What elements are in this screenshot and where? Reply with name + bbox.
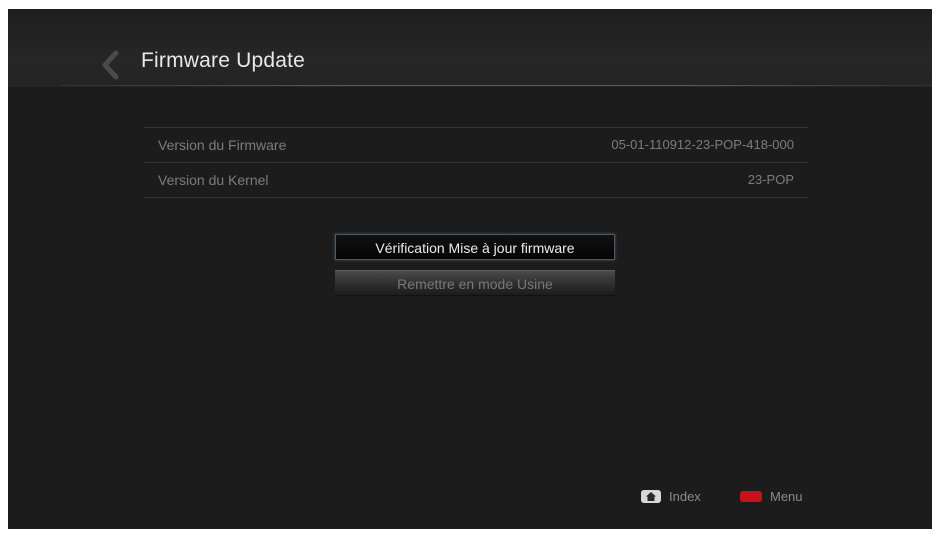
home-icon xyxy=(641,489,661,503)
header-divider xyxy=(60,85,932,86)
red-button-icon xyxy=(740,490,762,502)
index-label: Index xyxy=(669,488,701,504)
check-firmware-update-button[interactable]: Vérification Mise à jour firmware xyxy=(335,234,615,260)
header-bar: Firmware Update xyxy=(8,9,932,87)
factory-reset-button[interactable]: Remettre en mode Usine xyxy=(335,270,615,296)
footer-index-hint[interactable]: Index xyxy=(641,488,701,504)
page-title: Firmware Update xyxy=(141,49,306,72)
footer-menu-hint[interactable]: Menu xyxy=(740,488,803,504)
menu-label: Menu xyxy=(770,488,803,504)
firmware-version-value: 05-01-110912-23-POP-418-000 xyxy=(611,137,794,152)
info-row-kernel-version: Version du Kernel 23-POP xyxy=(144,163,808,198)
firmware-version-label: Version du Firmware xyxy=(158,137,287,153)
info-row-firmware-version: Version du Firmware 05-01-110912-23-POP-… xyxy=(144,127,808,163)
version-info-table: Version du Firmware 05-01-110912-23-POP-… xyxy=(144,127,808,198)
kernel-version-label: Version du Kernel xyxy=(158,172,269,188)
kernel-version-value: 23-POP xyxy=(747,172,794,187)
tv-screen: Firmware Update Version du Firmware 05-0… xyxy=(8,9,932,529)
back-chevron-icon[interactable] xyxy=(100,50,122,80)
